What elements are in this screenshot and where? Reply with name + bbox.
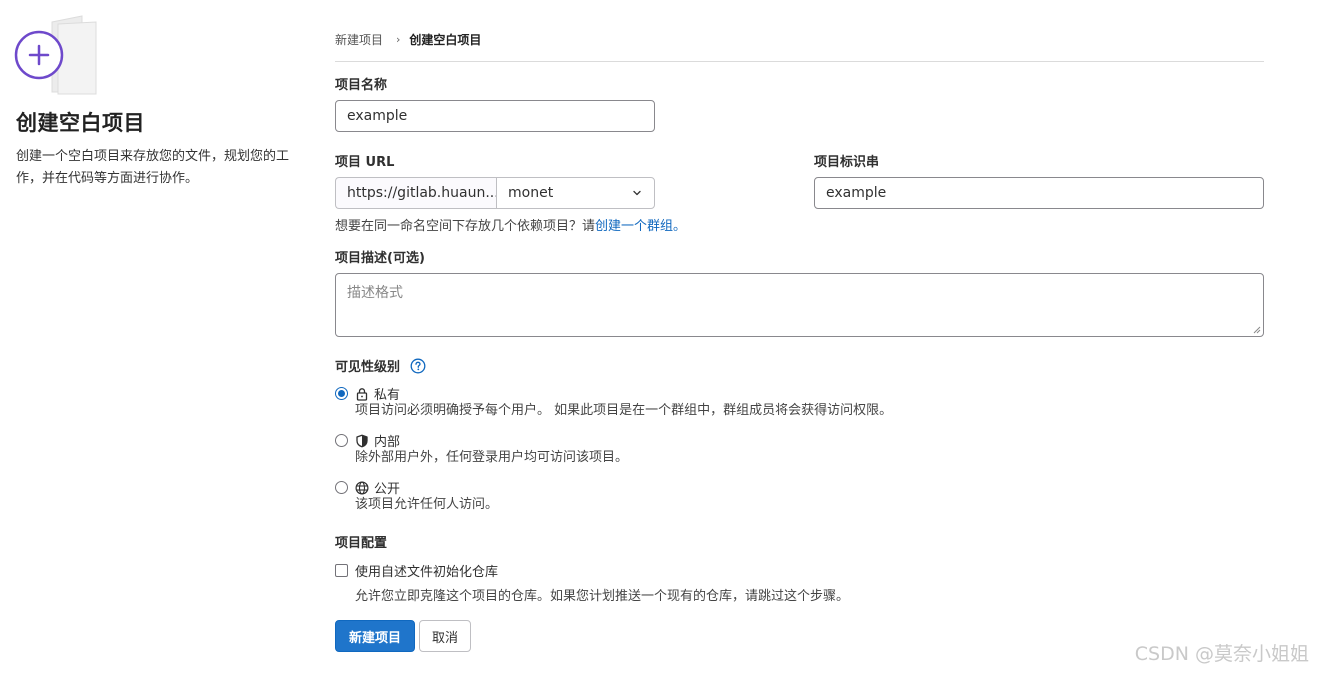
plus-circle-icon (14, 15, 97, 95)
private-title: 私有 (374, 388, 401, 403)
description-textarea[interactable]: 描述格式 (335, 273, 1264, 337)
breadcrumb-separator: › (396, 33, 401, 46)
description-placeholder: 描述格式 (347, 285, 403, 301)
internal-description: 除外部用户外，任何登录用户均可访问该项目。 (355, 450, 629, 465)
readme-checkbox-row[interactable]: 使用自述文件初始化仓库 (335, 561, 498, 580)
header-divider (335, 61, 1264, 62)
project-url-label: 项目 URL (335, 155, 395, 170)
visibility-label-text: 可见性级别 (335, 360, 401, 375)
watermark: CSDN @莫奈小姐姐 (1134, 643, 1309, 665)
readme-checkbox[interactable] (335, 564, 348, 577)
internal-title: 内部 (374, 435, 401, 450)
project-name-input[interactable]: example (335, 100, 655, 132)
page-description: 创建一个空白项目来存放您的文件，规划您的工作，并在代码等方面进行协作。 (16, 149, 290, 186)
public-title: 公开 (374, 482, 401, 497)
project-slug-input[interactable]: example (814, 177, 1264, 209)
resize-grip-icon[interactable] (1253, 326, 1261, 334)
readme-checkbox-description: 允许您立即克隆这个项目的仓库。如果您计划推送一个现有的仓库，请跳过这个步骤。 (355, 589, 850, 604)
project-name-label: 项目名称 (335, 78, 388, 93)
readme-checkbox-label: 使用自述文件初始化仓库 (355, 565, 499, 580)
visibility-label: 可见性级别 (335, 356, 426, 375)
create-project-button[interactable]: 新建项目 (335, 620, 415, 652)
visibility-option-private[interactable]: 私有 项目访问必须明确授予每个用户。 如果此项目是在一个群组中，群组成员将会获得… (335, 385, 892, 419)
help-icon[interactable] (410, 358, 426, 374)
project-url-group: https://gitlab.huaun... monet (335, 177, 655, 209)
radio-private[interactable] (335, 387, 348, 400)
description-label: 项目描述(可选) (335, 251, 425, 266)
radio-internal[interactable] (335, 434, 348, 447)
namespace-value: monet (508, 185, 554, 201)
shield-icon (356, 434, 368, 447)
radio-public[interactable] (335, 481, 348, 494)
chevron-down-icon (633, 190, 641, 196)
blank-project-illustration (14, 14, 98, 96)
url-prefix: https://gitlab.huaun... (335, 177, 496, 209)
group-hint: 想要在同一命名空间下存放几个依赖项目？请创建一个群组。 (335, 215, 686, 234)
lock-icon (356, 387, 368, 401)
cancel-button[interactable]: 取消 (419, 620, 471, 652)
visibility-option-internal[interactable]: 内部 除外部用户外，任何登录用户均可访问该项目。 (335, 432, 628, 466)
breadcrumb-current: 创建空白项目 (409, 33, 482, 47)
visibility-option-public[interactable]: 公开 该项目允许任何人访问。 (335, 479, 498, 513)
breadcrumb-parent-link[interactable]: 新建项目 (335, 31, 383, 48)
public-description: 该项目允许任何人访问。 (355, 497, 499, 512)
breadcrumb: 新建项目 › 创建空白项目 (335, 31, 481, 48)
private-description: 项目访问必须明确授予每个用户。 如果此项目是在一个群组中，群组成员将会获得访问权… (355, 403, 893, 418)
namespace-select[interactable]: monet (496, 177, 655, 209)
page-title: 创建空白项目 (16, 111, 145, 135)
project-config-label: 项目配置 (335, 536, 388, 551)
earth-icon (355, 480, 369, 495)
create-group-link[interactable]: 创建一个群组。 (595, 219, 686, 234)
group-hint-text: 想要在同一命名空间下存放几个依赖项目？请 (335, 219, 596, 234)
project-slug-label: 项目标识串 (814, 155, 880, 170)
